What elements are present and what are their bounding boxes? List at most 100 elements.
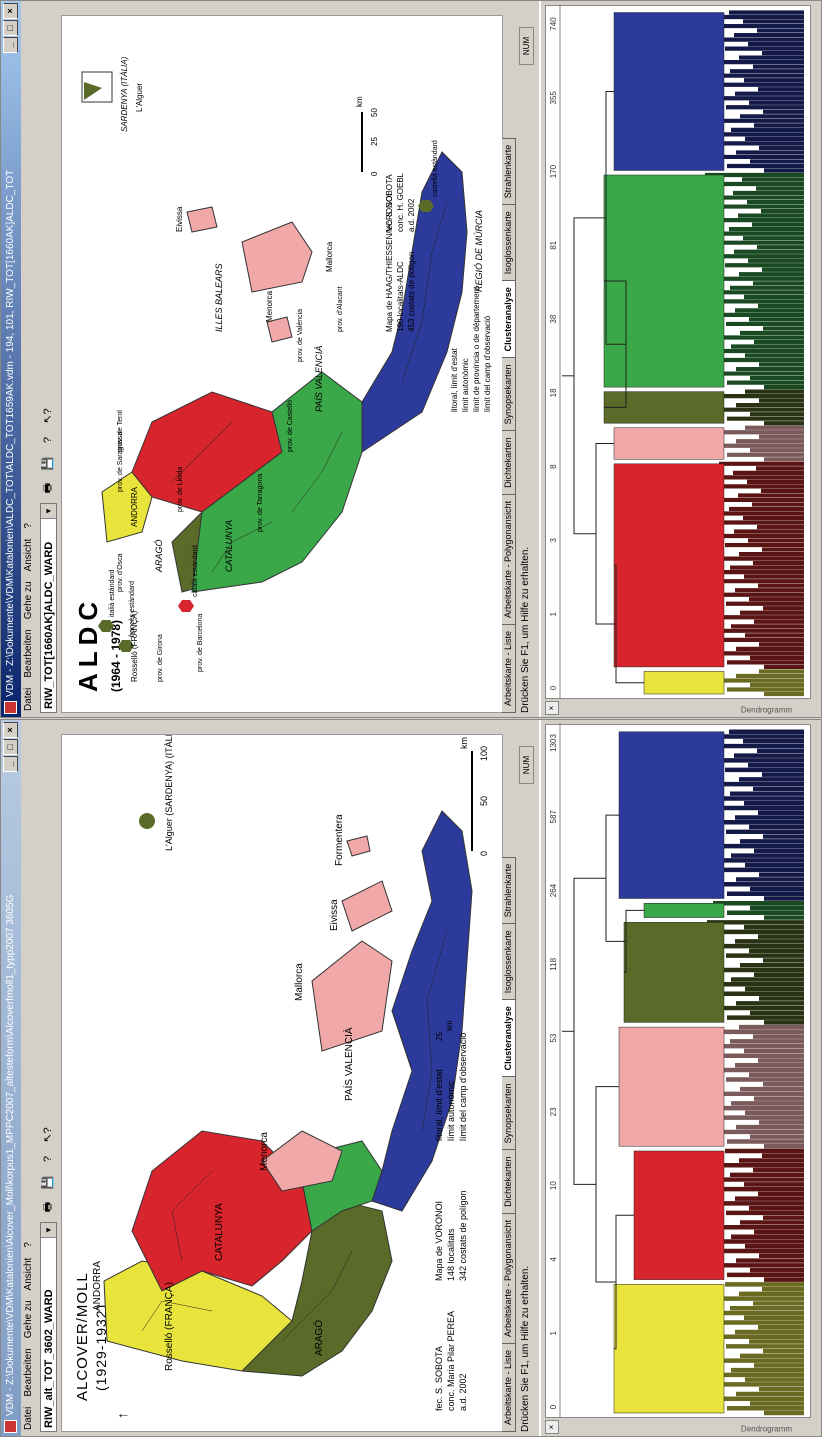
dendrogram-tick: 1303 xyxy=(549,734,558,752)
map-select[interactable]: RIW_alt_TOT_3602_WARD ▼ xyxy=(39,1222,57,1432)
region-blue[interactable] xyxy=(371,810,473,1212)
chevron-down-icon[interactable]: ▼ xyxy=(40,1223,56,1238)
menu-help[interactable]: ? xyxy=(21,523,37,529)
dendrogram-cluster[interactable] xyxy=(618,731,725,899)
scale-100: 100 xyxy=(479,746,489,761)
menu-ansicht[interactable]: Ansicht xyxy=(21,539,37,572)
view-tabs: Arbeitskarte - Liste Arbeitskarte - Poly… xyxy=(502,15,516,713)
menu-gehe-zu[interactable]: Gehe zu xyxy=(21,1300,37,1338)
mapa-costats: 342 costats de polígon xyxy=(458,1190,468,1281)
num-indicator: NUM xyxy=(519,27,534,65)
minimize-icon[interactable]: _ xyxy=(3,756,18,772)
dendrogram-cluster[interactable] xyxy=(613,12,725,171)
menu-datei[interactable]: Datei xyxy=(21,1407,37,1430)
dendrogram-cluster[interactable] xyxy=(643,903,725,918)
dendrogram-cluster[interactable] xyxy=(633,1150,725,1280)
menu-gehe-zu[interactable]: Gehe zu xyxy=(21,581,37,619)
minimize-icon[interactable]: _ xyxy=(3,37,18,53)
menu-ansicht[interactable]: Ansicht xyxy=(21,1258,37,1291)
dendrogram-tick: 740 xyxy=(549,17,558,31)
credit-fec: fec. S. SOBOTA xyxy=(434,1346,444,1411)
label-frances: francès estàndard xyxy=(129,581,136,637)
map-canvas[interactable]: ALDC (1964 - 1978) ANDORRA Rosselló (FRA… xyxy=(61,15,503,713)
north-arrow-icon: ↑ xyxy=(114,1412,130,1419)
dendrogram-cluster[interactable] xyxy=(613,427,725,460)
label-terol: prov. de Terol xyxy=(117,410,124,452)
tab-synopsekarten[interactable]: Synopsekarten xyxy=(502,1076,516,1151)
tab-synopsekarten[interactable]: Synopsekarten xyxy=(502,357,516,432)
map-canvas[interactable]: ↑ ALCOVER/MOLL (1929-1932) ANDORRA Rosse… xyxy=(61,734,503,1432)
legend-autonomic: límit autonòmic xyxy=(461,358,470,412)
label-menorca: Menorca xyxy=(259,1132,270,1171)
tab-isoglossenkarte[interactable]: Isoglossenkarte xyxy=(502,204,516,282)
tab-strahlenkarte[interactable]: Strahlenkarte xyxy=(502,137,516,206)
help-icon[interactable]: ? xyxy=(39,1150,57,1168)
label-lleida: prov. de Lleida xyxy=(177,466,184,512)
dendrogram-svg: 0 1 4 10 23 53 118 264 587 1303 xyxy=(549,723,804,1417)
dendrogram-tick: 0 xyxy=(549,685,558,690)
print-icon[interactable]: 🖶 xyxy=(39,479,57,497)
island-eivissa[interactable] xyxy=(341,880,393,932)
title-bar[interactable]: VDM - Z:\Dokumente\VDM\Katalonien\ALDC_T… xyxy=(1,1,21,717)
save-icon[interactable]: 💾 xyxy=(39,455,57,473)
context-help-icon[interactable]: ↖? xyxy=(39,407,57,425)
maximize-icon[interactable]: □ xyxy=(3,20,18,36)
tab-dichtekarten[interactable]: Dichtekarten xyxy=(502,1149,516,1214)
island-eivissa[interactable] xyxy=(186,206,218,233)
save-icon[interactable]: 💾 xyxy=(39,1174,57,1192)
map-svg: ALDC (1964 - 1978) ANDORRA Rosselló (FRA… xyxy=(73,56,492,692)
dendrogram-canvas[interactable]: 0 1 4 10 23 53 118 264 587 1303 xyxy=(545,723,811,1418)
map-select[interactable]: RIW_TOT[1660AK]ALDC_WARD ▼ xyxy=(39,503,57,713)
tab-isoglossenkarte[interactable]: Isoglossenkarte xyxy=(502,923,516,1001)
island-mallorca[interactable] xyxy=(241,221,313,293)
menu-datei[interactable]: Datei xyxy=(21,688,37,711)
help-icon[interactable]: ? xyxy=(39,431,57,449)
scale-small-25: 25 xyxy=(435,1032,444,1041)
dendrogram-tick: 264 xyxy=(549,883,558,897)
label-italia: italià estàndard xyxy=(109,569,116,617)
tab-arbeitskarte-polygon[interactable]: Arbeitskarte - Polygonansicht xyxy=(502,493,516,625)
label-alguer: L'Alguer (SARDENYA) (ITÀLIA) xyxy=(164,734,174,851)
close-icon[interactable]: × xyxy=(3,722,18,738)
mapa-localitats: 190 localitats-ALDC xyxy=(396,261,405,332)
tab-clusteranalyse[interactable]: Clusteranalyse xyxy=(502,280,516,359)
scale-0: 0 xyxy=(479,851,489,856)
dendrogram-canvas[interactable]: 0 1 3 8 18 38 81 170 355 740 xyxy=(545,4,811,699)
tab-arbeitskarte-polygon[interactable]: Arbeitskarte - Polygonansicht xyxy=(502,1212,516,1344)
dendrogram-cluster[interactable] xyxy=(618,1026,725,1147)
dendrogram-cluster[interactable] xyxy=(613,463,725,668)
label-castello: prov. de Castelló xyxy=(287,400,294,452)
menu-bearbeiten[interactable]: Bearbeiten xyxy=(21,629,37,677)
label-sardenya: SARDENYA (ITÀLIA) xyxy=(120,56,129,132)
app-icon xyxy=(4,1420,17,1433)
title-bar[interactable]: VDM - Z:\Dokumente\VDM\Katalonien\Alcove… xyxy=(1,720,21,1436)
tab-arbeitskarte-liste[interactable]: Arbeitskarte - Liste xyxy=(502,1342,516,1432)
label-valencia: PAÍS VALENCIÀ xyxy=(342,1027,355,1101)
window-title: VDM - Z:\Dokumente\VDM\Katalonien\Alcove… xyxy=(5,894,16,1416)
tab-dichtekarten[interactable]: Dichtekarten xyxy=(502,430,516,495)
print-icon[interactable]: 🖶 xyxy=(39,1198,57,1216)
menu-help[interactable]: ? xyxy=(21,1242,37,1248)
close-icon[interactable]: × xyxy=(3,3,18,19)
tab-clusteranalyse[interactable]: Clusteranalyse xyxy=(502,999,516,1078)
island-formentera[interactable] xyxy=(346,835,371,857)
dendrogram-panel: × Dendrogramm 0 1 3 8 18 38 81 170 355 740 xyxy=(539,1,822,717)
dendrogram-close-icon[interactable]: × xyxy=(545,701,559,715)
dendrogram-close-icon[interactable]: × xyxy=(545,1420,559,1434)
tab-arbeitskarte-liste[interactable]: Arbeitskarte - Liste xyxy=(502,623,516,713)
chevron-down-icon[interactable]: ▼ xyxy=(40,504,56,519)
map-years: (1964 - 1978) xyxy=(109,620,123,692)
label-mallorca: Mallorca xyxy=(325,241,334,272)
dendrogram-tick: 0 xyxy=(549,1404,558,1409)
menu-bearbeiten[interactable]: Bearbeiten xyxy=(21,1348,37,1396)
label-illes: ILLES BALEARS xyxy=(214,263,224,332)
dendrogram-tick: 1 xyxy=(549,1330,558,1335)
scale-0: 0 xyxy=(370,171,379,176)
dendrogram-cluster[interactable] xyxy=(613,1284,725,1414)
dendrogram-cluster[interactable] xyxy=(643,671,725,695)
status-bar: Drücken Sie F1, um Hilfe zu erhalten. NU… xyxy=(518,720,534,1436)
context-help-icon[interactable]: ↖? xyxy=(39,1126,57,1144)
dendrogram-cluster[interactable] xyxy=(623,922,725,1023)
tab-strahlenkarte[interactable]: Strahlenkarte xyxy=(502,856,516,925)
maximize-icon[interactable]: □ xyxy=(3,739,18,755)
